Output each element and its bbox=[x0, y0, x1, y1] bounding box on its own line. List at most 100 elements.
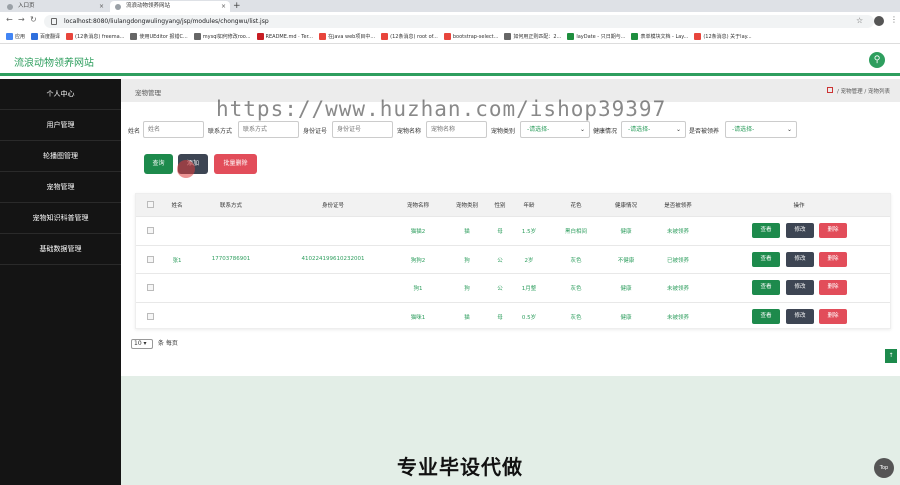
breadcrumb-separator: / bbox=[837, 89, 839, 95]
idcard-label: 身份证号 bbox=[303, 128, 328, 135]
cell-health: 健康 bbox=[620, 314, 632, 321]
name-input[interactable] bbox=[143, 121, 204, 138]
health-select[interactable]: -请选择- ⌄ bbox=[621, 121, 686, 138]
delete-button[interactable]: 删除 bbox=[819, 308, 847, 324]
cell-color: 灰色 bbox=[570, 257, 582, 264]
delete-button[interactable]: 删除 bbox=[819, 251, 847, 267]
bookmark-item[interactable]: (12条消息) 关于lay... bbox=[694, 30, 752, 43]
bookmark-item[interactable]: layDate - 只日期与... bbox=[567, 30, 625, 43]
bookmark-favicon-icon bbox=[193, 33, 201, 40]
row-checkbox[interactable] bbox=[147, 284, 154, 291]
bookmark-item[interactable]: 表单模块文档 - Lay... bbox=[631, 30, 689, 43]
breadcrumb-separator: / bbox=[864, 89, 867, 95]
bookmark-label: README.md · Ter... bbox=[265, 34, 313, 40]
adopted-value: -请选择- bbox=[732, 126, 755, 133]
delete-button[interactable]: 删除 bbox=[819, 223, 847, 238]
bookmark-item[interactable]: (12条消息) freema... bbox=[66, 30, 124, 43]
bookmark-label: (12条消息) root of... bbox=[390, 34, 438, 40]
browser-tab[interactable]: 入口页 × bbox=[2, 1, 108, 12]
back-to-top-button[interactable]: Top bbox=[874, 458, 894, 478]
bookmark-item[interactable]: mysql如何修改roo... bbox=[193, 30, 251, 43]
bookmark-item[interactable]: 使用UEditor 报错C... bbox=[130, 30, 188, 43]
close-icon[interactable]: × bbox=[99, 1, 104, 12]
adopted-label: 是否被领养 bbox=[689, 128, 720, 135]
search-button[interactable]: 查询 bbox=[144, 154, 173, 174]
sidebar-item-users[interactable]: 用户管理 bbox=[0, 110, 121, 141]
main-content: 宠物管理 / 宠物管理 / 宠物列表 姓名 联系方式 身份证号 宠物名称 宠物类… bbox=[121, 79, 900, 376]
sidebar-item-pet-knowledge[interactable]: 宠物知识科普管理 bbox=[0, 203, 121, 234]
bookmark-item[interactable]: bootstrap-select... bbox=[443, 30, 498, 43]
column-header: 宠物类别 bbox=[455, 203, 478, 209]
row-checkbox[interactable] bbox=[147, 312, 154, 320]
view-button[interactable]: 查看 bbox=[752, 308, 780, 324]
idcard-input[interactable] bbox=[332, 121, 393, 138]
row-checkbox[interactable] bbox=[147, 255, 154, 263]
edit-button[interactable]: 修改 bbox=[786, 223, 814, 238]
edit-button[interactable]: 修改 bbox=[786, 251, 814, 267]
view-button[interactable]: 查看 bbox=[752, 251, 780, 267]
browser-tab-active[interactable]: 流浪动物领养网站 × bbox=[110, 1, 230, 12]
bookmark-label: 表单模块文档 - Lay... bbox=[640, 34, 689, 40]
app-header: 流浪动物领养网站 ⚲ bbox=[0, 44, 900, 76]
scroll-up-button[interactable]: ↑ bbox=[885, 349, 897, 363]
pet-name-input[interactable] bbox=[426, 121, 487, 138]
star-icon[interactable]: ☆ bbox=[856, 16, 863, 25]
sidebar-item-pets[interactable]: 宠物管理 bbox=[0, 172, 121, 203]
bookmark-label: 如何用正则匹配：2... bbox=[513, 34, 562, 40]
reload-icon[interactable]: ↻ bbox=[30, 15, 37, 24]
back-arrow-icon[interactable]: ← bbox=[6, 15, 13, 24]
column-header: 联系方式 bbox=[219, 203, 242, 209]
column-header: 花色 bbox=[570, 203, 582, 209]
bookmark-item[interactable]: (12条消息) root of... bbox=[381, 30, 438, 43]
user-avatar-icon[interactable]: ⚲ bbox=[869, 52, 885, 68]
bookmark-item[interactable]: 应用 bbox=[6, 30, 25, 43]
bookmark-item[interactable]: README.md · Ter... bbox=[256, 30, 313, 43]
click-indicator bbox=[177, 160, 195, 178]
pet-type-select[interactable]: -请选择- ⌄ bbox=[520, 121, 590, 138]
row-checkbox[interactable] bbox=[147, 227, 154, 234]
adopted-select[interactable]: -请选择- ⌄ bbox=[725, 121, 797, 138]
table-row: 猫猫2 猫 母 1.5岁 黑白相间 健康 未被领养 查看 修改 删除 bbox=[136, 216, 890, 244]
column-header: 身份证号 bbox=[321, 203, 344, 209]
new-tab-button[interactable]: + bbox=[233, 0, 241, 12]
edit-button[interactable]: 修改 bbox=[786, 308, 814, 324]
phone-input[interactable] bbox=[238, 121, 299, 138]
close-icon[interactable]: × bbox=[221, 1, 226, 12]
bookmark-favicon-icon bbox=[318, 33, 326, 40]
view-button[interactable]: 查看 bbox=[752, 223, 780, 238]
view-button[interactable]: 查看 bbox=[752, 280, 780, 295]
cell-color: 黑白相间 bbox=[564, 229, 587, 235]
cell-pet-name: 狗1 bbox=[413, 286, 423, 292]
cell-sex: 母 bbox=[497, 314, 503, 321]
page-size-select[interactable]: 10 ▾ bbox=[131, 339, 153, 349]
cell-pet-name: 狗狗2 bbox=[410, 257, 426, 264]
bookmark-item[interactable]: 百度翻译 bbox=[31, 30, 60, 43]
select-all-checkbox[interactable] bbox=[147, 201, 154, 208]
chevron-down-icon: ⌄ bbox=[786, 126, 792, 133]
bookmark-favicon-icon bbox=[6, 33, 13, 40]
bookmark-favicon-icon bbox=[256, 33, 264, 40]
cell-health: 不健康 bbox=[617, 257, 635, 264]
sidebar-item-base-data[interactable]: 基础数据管理 bbox=[0, 234, 121, 265]
forward-arrow-icon[interactable]: → bbox=[18, 15, 25, 24]
health-label: 健康情况 bbox=[593, 128, 618, 135]
cell-adopted: 未被领养 bbox=[666, 229, 689, 235]
menu-dots-icon[interactable]: ⋮ bbox=[890, 15, 898, 24]
bookmarks-bar: 应用 百度翻译 (12条消息) freema... 使用UEditor 报错C... m… bbox=[0, 30, 900, 44]
cell-adopted: 未被领养 bbox=[666, 314, 689, 321]
edit-button[interactable]: 修改 bbox=[786, 280, 814, 295]
batch-delete-button[interactable]: 批量删除 bbox=[214, 154, 257, 174]
delete-button[interactable]: 删除 bbox=[819, 280, 847, 295]
sidebar-item-carousel[interactable]: 轮播图管理 bbox=[0, 141, 121, 172]
info-icon[interactable] bbox=[51, 18, 57, 25]
column-header: 年龄 bbox=[523, 203, 535, 209]
url-field[interactable]: localhost:8080/liulangdongwulingyang/jsp… bbox=[44, 15, 874, 28]
home-icon[interactable] bbox=[827, 87, 834, 93]
breadcrumb-item[interactable]: 宠物管理 bbox=[841, 89, 863, 95]
account-icon[interactable] bbox=[874, 16, 884, 26]
bookmark-item[interactable]: 如何用正则匹配：2... bbox=[504, 30, 562, 43]
column-header: 性别 bbox=[494, 203, 506, 209]
bookmark-item[interactable]: 在java web项目中... bbox=[318, 30, 375, 43]
bookmark-favicon-icon bbox=[504, 33, 512, 40]
sidebar-item-profile[interactable]: 个人中心 bbox=[0, 79, 121, 110]
